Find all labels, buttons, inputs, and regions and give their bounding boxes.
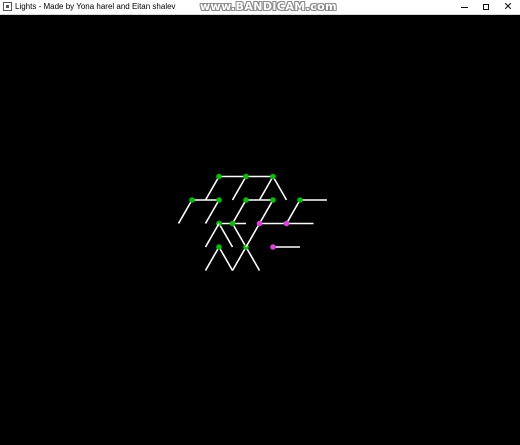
wire-piece[interactable] (285, 197, 328, 224)
wire-piece[interactable] (204, 244, 234, 271)
wire-segment (272, 176, 288, 201)
wire-piece[interactable] (258, 197, 276, 224)
wire-segment (204, 199, 220, 224)
lit-bulb (243, 197, 249, 203)
app-icon (3, 2, 12, 11)
maximize-button[interactable] (474, 0, 498, 14)
wire-segment (258, 199, 274, 224)
wire-piece[interactable] (270, 244, 300, 250)
lit-bulb (270, 173, 276, 180)
wire-segment (231, 223, 247, 248)
close-button[interactable]: ✕ (496, 0, 520, 14)
wire-segment (204, 246, 220, 271)
lit-bulb (216, 244, 222, 250)
window-title: Lights - Made by Yona harel and Eitan sh… (15, 2, 176, 11)
wire-segment (204, 176, 220, 201)
wire-segment (231, 176, 247, 201)
lit-bulb (189, 197, 195, 203)
wire-segment (231, 246, 247, 271)
unlit-bulb (256, 220, 263, 227)
title-bar[interactable]: Lights - Made by Yona harel and Eitan sh… (0, 0, 520, 15)
lit-bulb (229, 220, 236, 227)
lit-bulb (216, 197, 222, 203)
wire-piece[interactable] (283, 220, 314, 227)
wire-piece[interactable] (258, 173, 288, 201)
lit-bulb (270, 197, 276, 203)
lit-bulb (243, 173, 249, 180)
lit-bulb (216, 173, 222, 180)
wire-segment (231, 199, 247, 224)
unlit-bulb (283, 220, 290, 227)
wire-segment (218, 246, 234, 271)
unlit-bulb (270, 244, 276, 250)
maximize-icon (483, 4, 489, 10)
minimize-icon (460, 6, 468, 8)
wire-segment (285, 199, 301, 224)
wire-piece[interactable] (231, 244, 261, 271)
wire-segment (245, 246, 261, 271)
bandicam-watermark: www.BANDICAM.com (200, 0, 337, 13)
lit-bulb (297, 197, 303, 203)
game-board[interactable] (0, 15, 520, 445)
wire-piece[interactable] (204, 197, 222, 224)
wire-segment (258, 176, 274, 201)
wire-segment (218, 223, 234, 248)
minimize-button[interactable] (452, 0, 476, 14)
game-window: Lights - Made by Yona harel and Eitan sh… (0, 0, 520, 445)
wire-piece[interactable] (245, 220, 287, 248)
close-icon: ✕ (503, 0, 513, 13)
wire-segment (204, 223, 220, 248)
wire-segment (177, 199, 193, 224)
wire-segment (245, 223, 261, 248)
